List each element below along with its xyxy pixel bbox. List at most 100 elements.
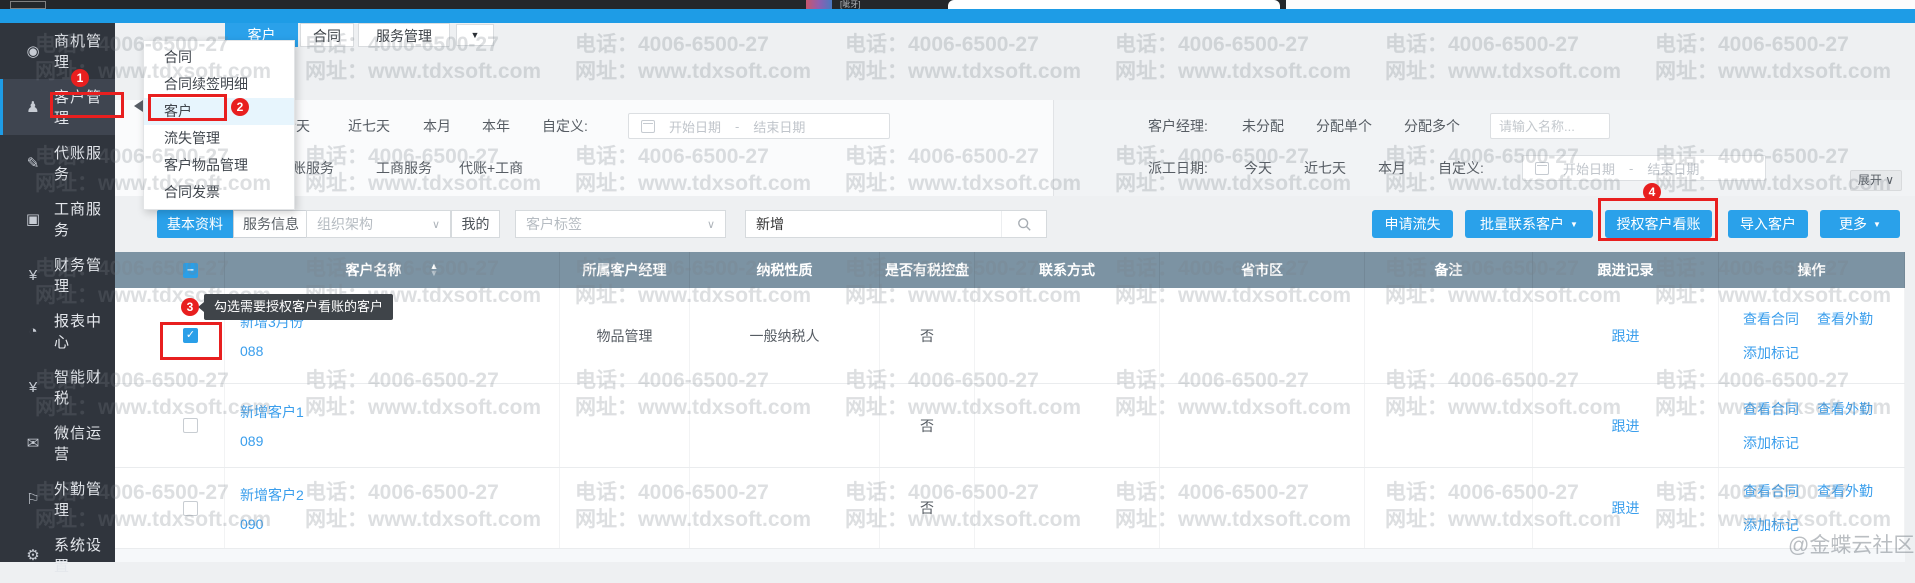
sort-control[interactable]: ▲▼ xyxy=(430,263,439,277)
sidebar-item-2[interactable]: ♟客户管理 xyxy=(0,79,115,135)
follow-link[interactable]: 跟进 xyxy=(1612,498,1640,518)
service-type-option-2[interactable]: 工商服务 xyxy=(376,155,432,181)
view-fieldwork-link[interactable]: 查看外勤 xyxy=(1817,309,1873,329)
custom-date-label: 自定义: xyxy=(542,113,588,139)
more-button[interactable]: 更多▼ xyxy=(1820,210,1900,238)
sidebar-item-label: 外勤管理 xyxy=(54,478,115,520)
column-header-7: 备注 xyxy=(1365,252,1533,288)
search-input[interactable] xyxy=(746,211,1001,237)
row-checkbox[interactable] xyxy=(183,418,198,433)
flyout-item-3[interactable]: 客户 xyxy=(144,98,294,125)
actions-cell: 查看合同查看外勤添加标记 xyxy=(1719,384,1905,467)
apply-churn-button[interactable]: 申请流失 xyxy=(1372,210,1453,238)
view-contract-link[interactable]: 查看合同 xyxy=(1743,399,1799,419)
sidebar-item-3[interactable]: ✎代账服务 xyxy=(0,135,115,191)
view-contract-link[interactable]: 查看合同 xyxy=(1743,481,1799,501)
sidebar-item-6[interactable]: ◔报表中心 xyxy=(0,303,115,359)
watermark-phone: 电话：4006-6500-27 xyxy=(845,28,1039,58)
manager-name-input[interactable] xyxy=(1490,113,1610,139)
annotation-step-2: 2 xyxy=(231,98,249,116)
select-all-checkbox[interactable]: – xyxy=(183,263,198,278)
column-header-9: 操作 xyxy=(1719,252,1905,288)
column-header-3: 纳税性质 xyxy=(690,252,880,288)
wechat-icon: ✉ xyxy=(24,434,42,452)
actions-line-2: 添加标记 xyxy=(1743,433,1799,453)
customer-name-link[interactable]: 新增客户2 xyxy=(240,485,304,505)
sidebar-item-label: 智能财税 xyxy=(54,366,115,408)
sidebar-item-4[interactable]: ▣工商服务 xyxy=(0,191,115,247)
tab-contract[interactable]: 合同 xyxy=(300,23,354,47)
org-structure-select[interactable]: 组织架构 ∨ xyxy=(306,210,451,238)
remark-cell xyxy=(1365,384,1533,467)
search-button[interactable] xyxy=(1001,211,1046,237)
sidebar-item-9[interactable]: ⚐外勤管理 xyxy=(0,471,115,527)
date-quick-option-3[interactable]: 本月 xyxy=(423,113,451,139)
sidebar-item-5[interactable]: ¥财务管理 xyxy=(0,247,115,303)
date-range-input[interactable]: 开始日期 - 结束日期 xyxy=(628,113,890,139)
date-end-placeholder: 结束日期 xyxy=(1647,159,1699,178)
row-checkbox-cell xyxy=(115,468,225,548)
flyout-item-6[interactable]: 合同发票 xyxy=(144,179,294,206)
sidebar-item-10[interactable]: ⚙系统设置 xyxy=(0,527,115,583)
authorize-view-accounts-button[interactable]: 授权客户看账 xyxy=(1605,210,1712,238)
import-customers-button[interactable]: 导入客户 xyxy=(1728,210,1808,238)
tax-type-cell xyxy=(690,384,880,467)
customer-tag-placeholder: 客户标签 xyxy=(526,214,582,234)
toggle-basic-info[interactable]: 基本资料 xyxy=(157,210,233,238)
flyout-item-1[interactable]: 合同 xyxy=(144,44,294,71)
customer-name-link[interactable]: 新增客户1 xyxy=(240,402,304,422)
service-type-option-3[interactable]: 代账+工商 xyxy=(459,155,523,181)
customer-code-link[interactable]: 088 xyxy=(240,343,263,359)
row-checkbox[interactable] xyxy=(183,501,198,516)
follow-link[interactable]: 跟进 xyxy=(1612,326,1640,346)
customer-code-link[interactable]: 090 xyxy=(240,516,263,532)
manager-option-3[interactable]: 分配多个 xyxy=(1404,113,1460,139)
column-header-label: 客户名称 xyxy=(346,260,402,280)
follow-link[interactable]: 跟进 xyxy=(1612,416,1640,436)
bookkeeping-icon: ✎ xyxy=(24,154,42,172)
row-checkbox[interactable]: ✓ xyxy=(183,328,198,343)
customer-name-cell: 新增客户2 090 xyxy=(225,468,560,548)
tab-caret-button[interactable]: ▼ xyxy=(456,24,494,46)
tax-disk-cell: 否 xyxy=(880,468,975,548)
toggle-service-info[interactable]: 服务信息 xyxy=(233,210,309,238)
button-label: 申请流失 xyxy=(1385,214,1441,234)
view-fieldwork-link[interactable]: 查看外勤 xyxy=(1817,481,1873,501)
actions-cell: 查看合同查看外勤添加标记 xyxy=(1719,288,1905,383)
tab-service-management[interactable]: 服务管理 xyxy=(358,23,450,47)
flyout-item-5[interactable]: 客户物品管理 xyxy=(144,152,294,179)
dispatch-date-range-input[interactable]: 开始日期 - 结束日期 xyxy=(1522,155,1766,181)
sidebar-item-8[interactable]: ✉微信运营 xyxy=(0,415,115,471)
sidebar-item-7[interactable]: ¥智能财税 xyxy=(0,359,115,415)
table-header: –客户名称▲▼所属客户经理纳税性质是否有税控盘联系方式省市区备注跟进记录操作 xyxy=(115,252,1905,288)
contact-cell xyxy=(975,468,1160,548)
customer-tag-select[interactable]: 客户标签 ∨ xyxy=(515,210,726,238)
view-fieldwork-link[interactable]: 查看外勤 xyxy=(1817,399,1873,419)
add-mark-link[interactable]: 添加标记 xyxy=(1743,433,1799,453)
background-window-panel xyxy=(948,0,1280,9)
manager-option-2[interactable]: 分配单个 xyxy=(1316,113,1372,139)
add-mark-link[interactable]: 添加标记 xyxy=(1743,343,1799,363)
dispatch-quick-option-2[interactable]: 近七天 xyxy=(1304,155,1346,181)
manager-option-1[interactable]: 未分配 xyxy=(1242,113,1284,139)
sidebar-item-1[interactable]: ◉商机管理 xyxy=(0,23,115,79)
batch-contact-button[interactable]: 批量联系客户▼ xyxy=(1465,210,1593,238)
date-quick-option-4[interactable]: 本年 xyxy=(482,113,510,139)
customer-code-link[interactable]: 089 xyxy=(240,433,263,449)
actions-line-1: 查看合同查看外勤 xyxy=(1743,399,1873,419)
flyout-item-4[interactable]: 流失管理 xyxy=(144,125,294,152)
flyout-item-2[interactable]: 合同续签明细 xyxy=(144,71,294,98)
watermark-phone: 电话：4006-6500-27 xyxy=(1385,28,1579,58)
dispatch-quick-option-3[interactable]: 本月 xyxy=(1378,155,1406,181)
sidebar-item-label: 工商服务 xyxy=(54,198,115,240)
calendar-icon xyxy=(1535,162,1549,175)
dispatch-quick-option-1[interactable]: 今天 xyxy=(1244,155,1272,181)
actions-line-2: 添加标记 xyxy=(1743,343,1799,363)
tax-disk-cell: 否 xyxy=(880,384,975,467)
expand-filters-button[interactable]: 展开 ∨ xyxy=(1850,170,1902,191)
view-contract-link[interactable]: 查看合同 xyxy=(1743,309,1799,329)
button-label: 授权客户看账 xyxy=(1617,214,1701,234)
mine-button[interactable]: 我的 xyxy=(451,210,500,238)
add-mark-link[interactable]: 添加标记 xyxy=(1743,515,1799,535)
date-quick-option-2[interactable]: 近七天 xyxy=(348,113,390,139)
